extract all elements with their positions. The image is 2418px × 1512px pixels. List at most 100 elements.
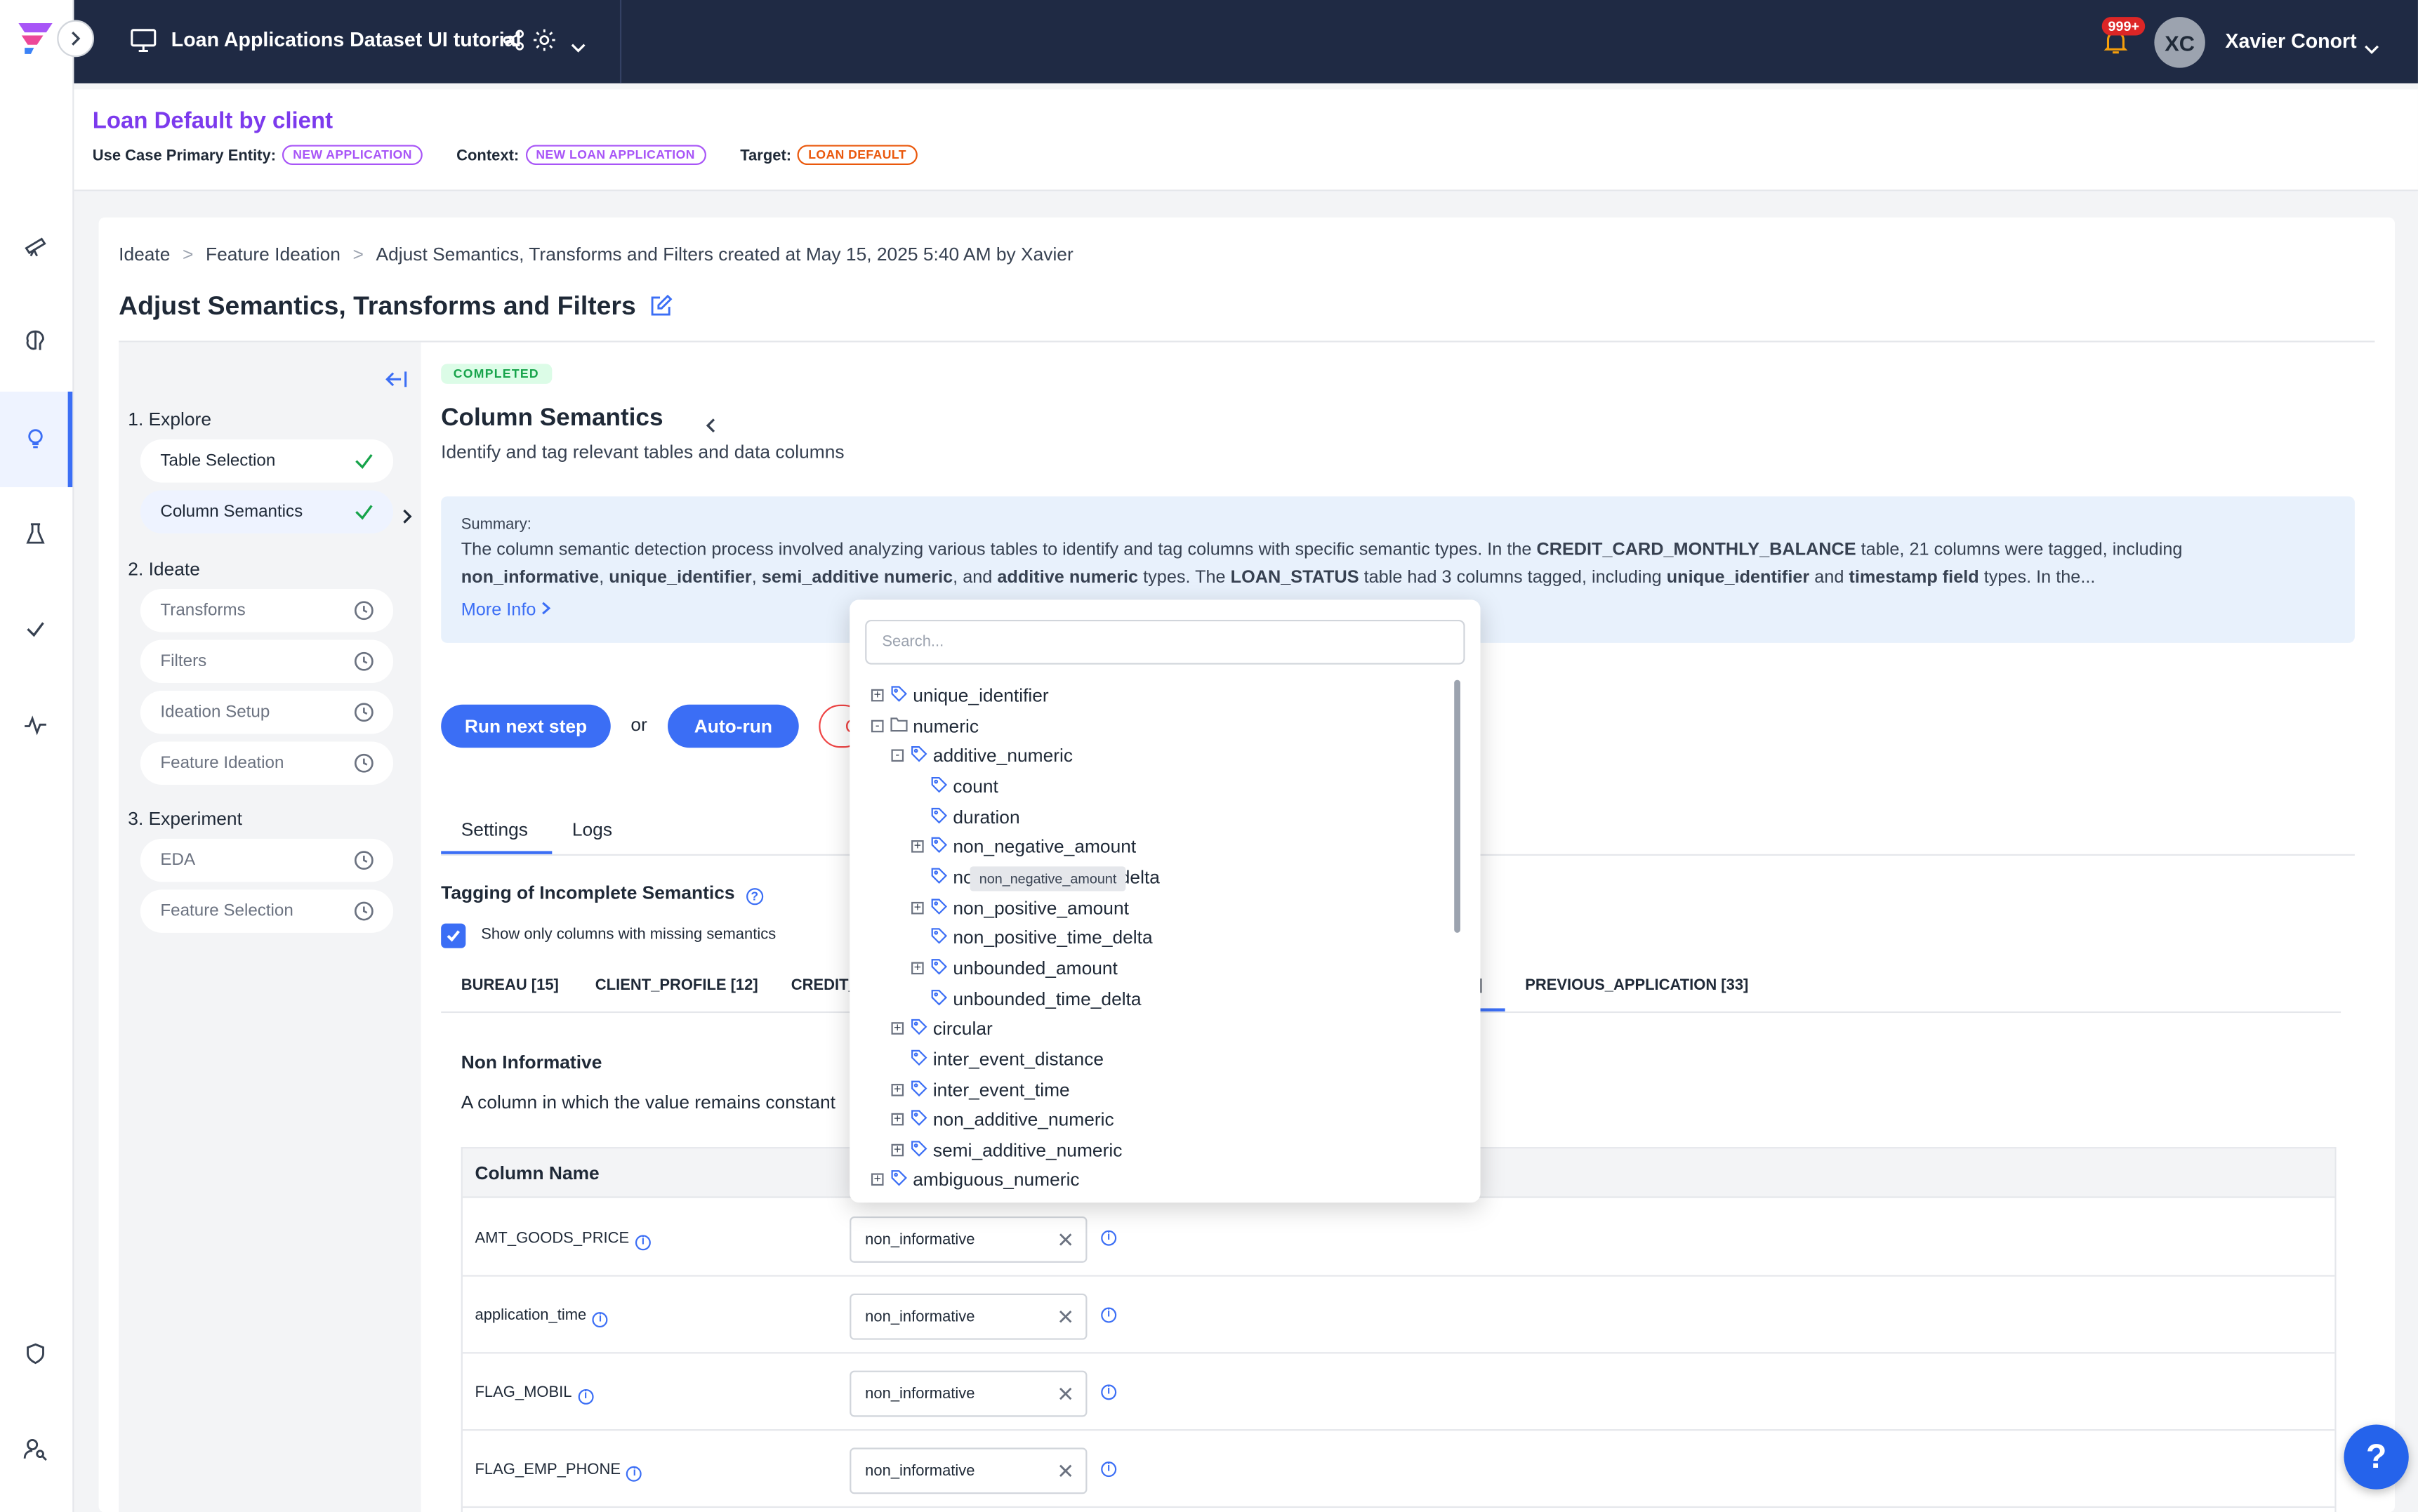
or-text: or [630, 713, 647, 736]
info-icon[interactable]: i [635, 1235, 651, 1251]
step-table-selection[interactable]: Table Selection [140, 439, 394, 483]
user-name[interactable]: Xavier Conort [2225, 29, 2356, 53]
gear-icon[interactable] [532, 28, 557, 60]
tree-item[interactable]: + inter_event_time [891, 1075, 1070, 1106]
step-filters[interactable]: Filters [140, 639, 394, 684]
expand-icon[interactable]: + [871, 1172, 884, 1186]
tree-item[interactable]: + non_positive_amount [911, 893, 1129, 924]
step-column-semantics[interactable]: Column Semantics [140, 490, 394, 533]
step-feature-selection[interactable]: Feature Selection [140, 889, 394, 933]
expand-icon[interactable]: + [891, 1021, 904, 1035]
lightbulb-icon[interactable] [18, 421, 52, 455]
semantic-select[interactable]: non_informative [850, 1447, 1088, 1494]
expand-nav-button[interactable] [57, 20, 94, 58]
close-icon[interactable] [1058, 1232, 1073, 1247]
run-next-step-button[interactable]: Run next step [441, 704, 611, 748]
brain-icon[interactable] [18, 324, 52, 357]
tree-item[interactable]: + unique_identifier [871, 680, 1049, 711]
tagging-title: Tagging of Incomplete Semantics ? [441, 882, 763, 906]
tree-item[interactable]: + ambiguous_numeric [871, 1164, 1080, 1195]
info-icon[interactable]: i [626, 1466, 642, 1482]
breadcrumb-item[interactable]: Ideate [119, 244, 170, 265]
tree-item[interactable]: + non_negative_amount [911, 831, 1136, 862]
expand-icon[interactable]: + [891, 1143, 904, 1157]
user-menu-chevron-icon[interactable] [2364, 36, 2379, 64]
expand-icon[interactable]: + [911, 840, 924, 853]
tree-item[interactable]: + circular [891, 1013, 993, 1044]
shield-icon[interactable] [18, 1337, 52, 1370]
edit-icon[interactable] [649, 294, 673, 326]
divider [119, 340, 2375, 343]
tree-item[interactable]: duration [911, 802, 1020, 833]
step-eda[interactable]: EDA [140, 838, 394, 882]
tree-item[interactable]: count [911, 771, 998, 802]
info-icon[interactable]: i [1101, 1230, 1117, 1246]
tree-item[interactable]: inter_event_distance [892, 1044, 1104, 1075]
tree-item-label: circular [932, 1017, 993, 1040]
expand-icon[interactable]: + [911, 961, 924, 975]
telescope-icon[interactable] [18, 228, 52, 262]
search-input[interactable]: Search... [865, 619, 1465, 665]
app-logo[interactable] [15, 18, 58, 63]
step-ideation-setup[interactable]: Ideation Setup [140, 690, 394, 734]
tree-item[interactable]: unbounded_time_delta [911, 983, 1142, 1014]
missing-semantics-checkbox[interactable] [441, 923, 466, 948]
chevron-left-icon[interactable] [705, 413, 715, 442]
expand-icon[interactable]: + [871, 689, 884, 702]
use-case-title[interactable]: Loan Default by client [93, 108, 333, 134]
step-transforms[interactable]: Transforms [140, 589, 394, 632]
breadcrumb-item[interactable]: Feature Ideation [206, 244, 341, 265]
tab-logs[interactable]: Logs [572, 818, 612, 840]
info-icon[interactable]: i [1101, 1307, 1117, 1323]
table-tab-bureau[interactable]: BUREAU [15] [461, 978, 559, 995]
tree-item[interactable]: - additive_numeric [891, 740, 1073, 771]
help-circle-icon[interactable]: ? [746, 888, 763, 906]
collapse-icon[interactable]: - [871, 719, 884, 733]
check-icon[interactable] [18, 612, 52, 646]
column-name-text: FLAG_MOBIL [475, 1384, 572, 1402]
help-button[interactable]: ? [2344, 1424, 2409, 1490]
chevron-down-icon[interactable] [571, 34, 586, 62]
expand-icon[interactable]: + [891, 1113, 904, 1126]
summary-bold: unique_identifier [1666, 569, 1810, 588]
info-icon[interactable]: i [593, 1312, 608, 1328]
tree-item-label: non_positive_amount [953, 897, 1129, 920]
tree-item[interactable]: + non_additive_numeric [891, 1104, 1114, 1135]
tree-item[interactable]: - numeric [871, 711, 979, 742]
tag-icon [910, 1047, 928, 1070]
tab-settings[interactable]: Settings [461, 818, 528, 840]
section-description: A column in which the value remains cons… [461, 1092, 836, 1113]
tree-item-label: inter_event_distance [932, 1048, 1104, 1070]
info-icon[interactable]: i [1101, 1384, 1117, 1400]
semantic-select[interactable]: non_informative [850, 1370, 1088, 1417]
tree-item[interactable]: non_positive_time_delta [911, 922, 1153, 953]
semantic-select[interactable]: non_informative [850, 1293, 1088, 1340]
tree-item[interactable]: + semi_additive_numeric [891, 1135, 1122, 1166]
share-icon[interactable] [503, 29, 524, 59]
table-tab-credit[interactable]: CREDIT_ [791, 978, 857, 995]
close-icon[interactable] [1058, 1463, 1073, 1478]
activity-icon[interactable] [18, 708, 52, 741]
info-icon[interactable]: i [578, 1388, 594, 1405]
auto-run-button[interactable]: Auto-run [668, 704, 799, 748]
avatar[interactable]: XC [2154, 17, 2205, 68]
step-feature-ideation[interactable]: Feature Ideation [140, 741, 394, 785]
table-tab-client-profile[interactable]: CLIENT_PROFILE [12] [595, 978, 758, 995]
summary-label: Summary: [461, 516, 531, 533]
chevron-right-icon[interactable] [402, 504, 413, 532]
semantic-select[interactable]: non_informative [850, 1216, 1088, 1263]
scrollbar[interactable] [1454, 679, 1460, 933]
info-icon[interactable]: i [1101, 1461, 1117, 1478]
close-icon[interactable] [1058, 1386, 1073, 1402]
expand-icon[interactable]: + [911, 901, 924, 915]
close-icon[interactable] [1058, 1309, 1073, 1325]
collapse-stepper-icon[interactable] [385, 369, 409, 397]
collapse-icon[interactable]: - [891, 748, 904, 762]
tree-item[interactable]: + unbounded_amount [911, 953, 1118, 983]
table-tab-previous-application[interactable]: PREVIOUS_APPLICATION [33] [1525, 978, 1748, 995]
project-title[interactable]: Loan Applications Dataset UI tutorial [171, 28, 522, 51]
expand-icon[interactable]: + [891, 1083, 904, 1096]
user-search-icon[interactable] [18, 1432, 52, 1466]
flask-icon[interactable] [18, 517, 52, 550]
notification-badge: 999+ [2101, 17, 2146, 36]
